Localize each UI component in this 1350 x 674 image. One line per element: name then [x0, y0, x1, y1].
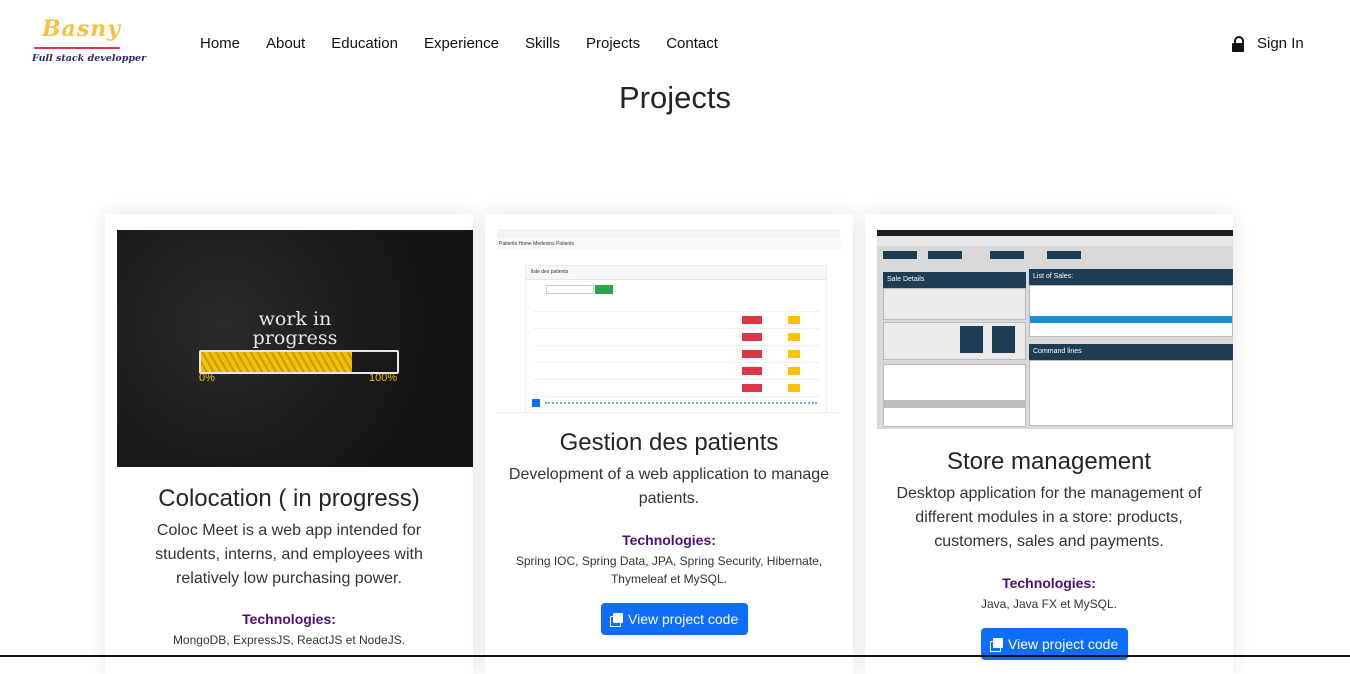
tech-list: Spring IOC, Spring Data, JPA, Spring Sec…	[515, 554, 823, 586]
list-sales-header: List of Sales:	[1029, 269, 1233, 285]
delete-btn	[742, 316, 762, 324]
search-box	[546, 285, 594, 294]
remove-btn	[992, 326, 1015, 353]
signin-label: Sign In	[1257, 35, 1304, 52]
sale-details-header: Sale Details	[883, 272, 1026, 288]
project-description: Desktop application for the management o…	[896, 485, 1202, 550]
logo-underline	[34, 47, 120, 49]
search-btn	[595, 285, 613, 294]
edit-btn	[788, 367, 800, 375]
add-btn	[960, 326, 983, 353]
wip-progress-fill	[201, 352, 352, 372]
project-image-store-app: Sale Details List of Sales: Command line…	[877, 230, 1233, 429]
project-description: Coloc Meet is a web app intended for stu…	[155, 522, 423, 587]
brand-name: Basny	[42, 16, 122, 42]
command-lines-header: Command lines	[1029, 344, 1233, 360]
delete-btn	[742, 384, 762, 392]
tech-list: MongoDB, ExpressJS, ReactJS et NodeJS.	[172, 633, 406, 647]
project-image-work-in-progress: work in progress 0% 100%	[117, 230, 473, 467]
panel-title: liste des patients	[526, 266, 826, 280]
tech-list: Java, Java FX et MySQL.	[980, 597, 1118, 611]
navbar: Basny Full stack developper Home About E…	[0, 0, 1350, 88]
nav-projects[interactable]: Projects	[586, 34, 640, 54]
window-titlebar	[877, 236, 1233, 246]
project-title: Colocation ( in progress)	[158, 485, 420, 512]
nav-home[interactable]: Home	[200, 34, 240, 54]
table-row	[534, 379, 819, 380]
nav-skills[interactable]: Skills	[525, 34, 560, 54]
wip-progress-bar	[199, 350, 399, 374]
view-project-code-button[interactable]: View project code	[601, 603, 748, 635]
wip-start-label: 0%	[199, 372, 215, 384]
toolbar-btn	[1047, 251, 1081, 259]
nav-contact[interactable]: Contact	[666, 34, 718, 54]
edit-btn	[788, 350, 800, 358]
delete-btn	[742, 333, 762, 341]
table-row	[534, 311, 819, 312]
button-label: View project code	[1008, 636, 1119, 652]
project-card-store-management: Sale Details List of Sales: Command line…	[865, 214, 1233, 674]
toolbar-btn	[883, 251, 917, 259]
products-table	[883, 364, 1026, 427]
delete-btn	[742, 350, 762, 358]
nav-menu: Home About Education Experience Skills P…	[200, 34, 744, 54]
nav-experience[interactable]: Experience	[424, 34, 499, 54]
project-card-gestion-patients: Patients Home Medecins Patients liste de…	[485, 214, 853, 674]
toolbar-btn	[928, 251, 962, 259]
sales-selected-row	[1030, 316, 1232, 323]
toolbar-btn	[990, 251, 1024, 259]
sales-table	[1029, 285, 1233, 337]
nav-about[interactable]: About	[266, 34, 305, 54]
delete-btn	[742, 367, 762, 375]
edit-btn	[788, 316, 800, 324]
brand-tagline: Full stack developper	[32, 53, 147, 64]
patients-panel: liste des patients	[525, 265, 827, 413]
table-row	[534, 396, 819, 397]
tech-heading: Technologies:	[622, 532, 716, 548]
selected-row	[884, 400, 1025, 408]
edit-btn	[788, 333, 800, 341]
signin-link[interactable]: Sign In	[1231, 34, 1304, 54]
edit-btn	[788, 384, 800, 392]
pagination-active	[532, 399, 540, 407]
project-image-patients-app: Patients Home Medecins Patients liste de…	[497, 229, 842, 413]
tech-heading: Technologies:	[1002, 575, 1096, 591]
table-row	[534, 345, 819, 346]
sale-form	[883, 288, 1026, 320]
wip-end-label: 100%	[369, 372, 398, 384]
project-title: Gestion des patients	[559, 429, 779, 456]
project-title: Store management	[946, 448, 1152, 475]
copy-icon	[990, 637, 1003, 652]
table-row	[534, 328, 819, 329]
copy-icon	[610, 612, 623, 627]
brand-logo[interactable]: Basny Full stack developper	[30, 16, 146, 70]
app-navbar: Patients Home Medecins Patients	[497, 238, 842, 250]
command-lines-table	[1029, 360, 1233, 426]
browser-chrome	[497, 229, 840, 238]
page-title: Projects	[619, 80, 731, 115]
tech-heading: Technologies:	[242, 611, 336, 627]
lock-icon	[1231, 36, 1245, 52]
project-card-colocation: work in progress 0% 100% Colocation ( in…	[105, 214, 473, 674]
table-row	[534, 362, 819, 363]
button-label: View project code	[628, 611, 739, 627]
nav-education[interactable]: Education	[331, 34, 398, 54]
project-description: Development of a web application to mana…	[508, 466, 830, 507]
wip-line2: progress	[252, 327, 338, 349]
pagination	[545, 402, 817, 406]
